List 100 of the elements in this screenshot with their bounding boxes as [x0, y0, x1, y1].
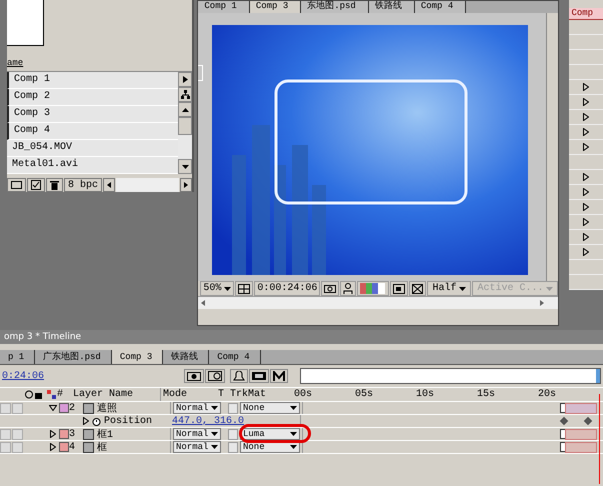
property-name: Position [104, 416, 152, 426]
preserve-transparency-checkbox[interactable] [228, 402, 238, 414]
camera-icon[interactable] [321, 281, 340, 296]
bell-icon[interactable] [230, 369, 248, 383]
time-ruler[interactable]: 00s 05s 10s 15s 20s [292, 389, 603, 400]
timeline-tab[interactable]: p 1 [0, 350, 36, 364]
column-header[interactable]: TrkMat [230, 388, 292, 401]
timeline-tab[interactable]: Comp 4 [209, 350, 261, 364]
scroll-down-icon[interactable] [178, 159, 192, 174]
column-header[interactable]: ame [7, 58, 24, 68]
audio-switch[interactable] [12, 402, 23, 414]
comp-tab[interactable]: Comp 4 [414, 1, 466, 13]
stopwatch-icon[interactable] [92, 416, 101, 426]
keyframe-icon[interactable] [560, 416, 568, 426]
time-navigator[interactable] [300, 368, 601, 384]
parent-icon [47, 390, 56, 399]
navigator-handle[interactable] [596, 369, 600, 383]
current-time-display[interactable]: 0:24:06 [0, 370, 184, 382]
label-color-swatch[interactable] [59, 429, 69, 439]
expand-arrow-icon[interactable] [83, 417, 89, 425]
scrollbar[interactable] [178, 72, 192, 174]
layer-number: 4 [69, 441, 76, 453]
comp-tab[interactable]: 东地图.psd [301, 1, 369, 13]
in-point-icon[interactable] [560, 442, 565, 452]
preserve-transparency-checkbox[interactable] [228, 428, 238, 440]
film-icon[interactable] [205, 369, 225, 383]
scroll-thumb[interactable] [178, 117, 192, 135]
safe-zones-icon[interactable] [235, 281, 254, 296]
layer-number: 3 [69, 428, 76, 440]
layer-name[interactable]: 框 [97, 440, 107, 454]
in-point-icon[interactable] [560, 429, 565, 439]
label-color-swatch[interactable] [59, 442, 69, 452]
time-ruler-label: 00s [294, 389, 314, 400]
caret-icon [211, 445, 218, 449]
layer-name[interactable]: 框1 [97, 427, 114, 441]
expand-arrow-icon[interactable] [50, 430, 56, 438]
layer-name[interactable]: 遮照 [97, 401, 117, 415]
timecode-field[interactable]: 0:00:24:06 [254, 281, 320, 296]
column-header[interactable]: Comp [569, 8, 603, 20]
preserve-transparency-checkbox[interactable] [228, 442, 238, 452]
project-item[interactable]: JB_054.MOV [7, 140, 178, 157]
in-point-icon[interactable] [560, 403, 565, 413]
project-item[interactable]: Metal01.avi [7, 157, 178, 174]
layer-icon [83, 402, 94, 414]
caret-icon [211, 432, 218, 436]
track-matte-dropdown[interactable]: None [240, 402, 300, 414]
panel-title: omp 3 * Timeline [0, 330, 603, 344]
column-header[interactable]: Mode [160, 388, 218, 401]
comp-tab[interactable]: 铁路线 [368, 1, 415, 13]
bit-depth-button[interactable]: 8 bpc [64, 178, 102, 192]
trash-icon[interactable] [46, 178, 63, 192]
timeline-tab[interactable]: Comp 3 [112, 350, 164, 364]
audio-video-switches-icon [25, 390, 43, 399]
video-switch[interactable] [0, 402, 11, 414]
region-icon[interactable] [390, 281, 408, 296]
keyframe-icon[interactable] [584, 416, 592, 426]
property-value[interactable]: 447.0, 316.0 [170, 415, 300, 427]
color-channels-icon[interactable] [357, 281, 390, 296]
mode-dropdown[interactable]: Normal [173, 402, 222, 414]
camera-icon[interactable] [184, 369, 204, 383]
scroll-right-icon[interactable] [180, 178, 192, 192]
audio-switch[interactable] [12, 442, 23, 452]
motion-blur-icon[interactable] [270, 369, 288, 383]
caret-icon [224, 286, 232, 290]
resolution-dropdown[interactable]: Half [427, 281, 472, 296]
time-ruler-label: 15s [477, 389, 496, 400]
time-ruler-label: 20s [538, 389, 558, 400]
film-strip-icon[interactable] [249, 369, 269, 383]
zoom-dropdown[interactable]: 50% [200, 281, 234, 296]
label-color-swatch[interactable] [59, 403, 69, 413]
mode-dropdown[interactable]: Normal [173, 428, 222, 440]
flowchart-icon[interactable] [178, 87, 192, 102]
folder-icon[interactable] [7, 178, 26, 192]
transparency-grid-icon[interactable] [409, 281, 426, 296]
track-matte-dropdown[interactable]: Luma [240, 428, 300, 440]
audio-switch[interactable] [12, 428, 23, 440]
timeline-tab[interactable]: 铁路线 [163, 350, 210, 364]
scrollbar[interactable] [546, 13, 558, 281]
person-icon[interactable] [340, 281, 356, 296]
project-item[interactable]: Comp 1 [7, 72, 178, 89]
layer-number: 2 [69, 402, 76, 414]
column-header[interactable]: T [218, 388, 230, 401]
checkbox-icon[interactable] [27, 178, 45, 192]
comp-tab[interactable]: Comp 1 [198, 1, 250, 13]
scroll-left-icon[interactable] [103, 178, 116, 192]
collapse-arrow-icon[interactable] [49, 405, 57, 411]
video-switch[interactable] [0, 428, 11, 440]
arrow-right-icon[interactable] [178, 72, 192, 87]
video-switch[interactable] [0, 442, 11, 452]
mode-dropdown[interactable]: Normal [173, 441, 222, 453]
caret-icon [290, 445, 297, 449]
project-item[interactable]: Comp 3 [7, 106, 178, 123]
project-item[interactable]: Comp 4 [7, 123, 178, 140]
scroll-up-icon[interactable] [178, 102, 192, 117]
caret-icon [290, 406, 297, 410]
expand-arrow-icon[interactable] [50, 443, 56, 451]
comp-tab[interactable]: Comp 3 [250, 1, 302, 13]
column-header[interactable]: # [57, 388, 70, 401]
project-item[interactable]: Comp 2 [7, 89, 178, 106]
column-header[interactable]: Layer Name [70, 388, 160, 401]
